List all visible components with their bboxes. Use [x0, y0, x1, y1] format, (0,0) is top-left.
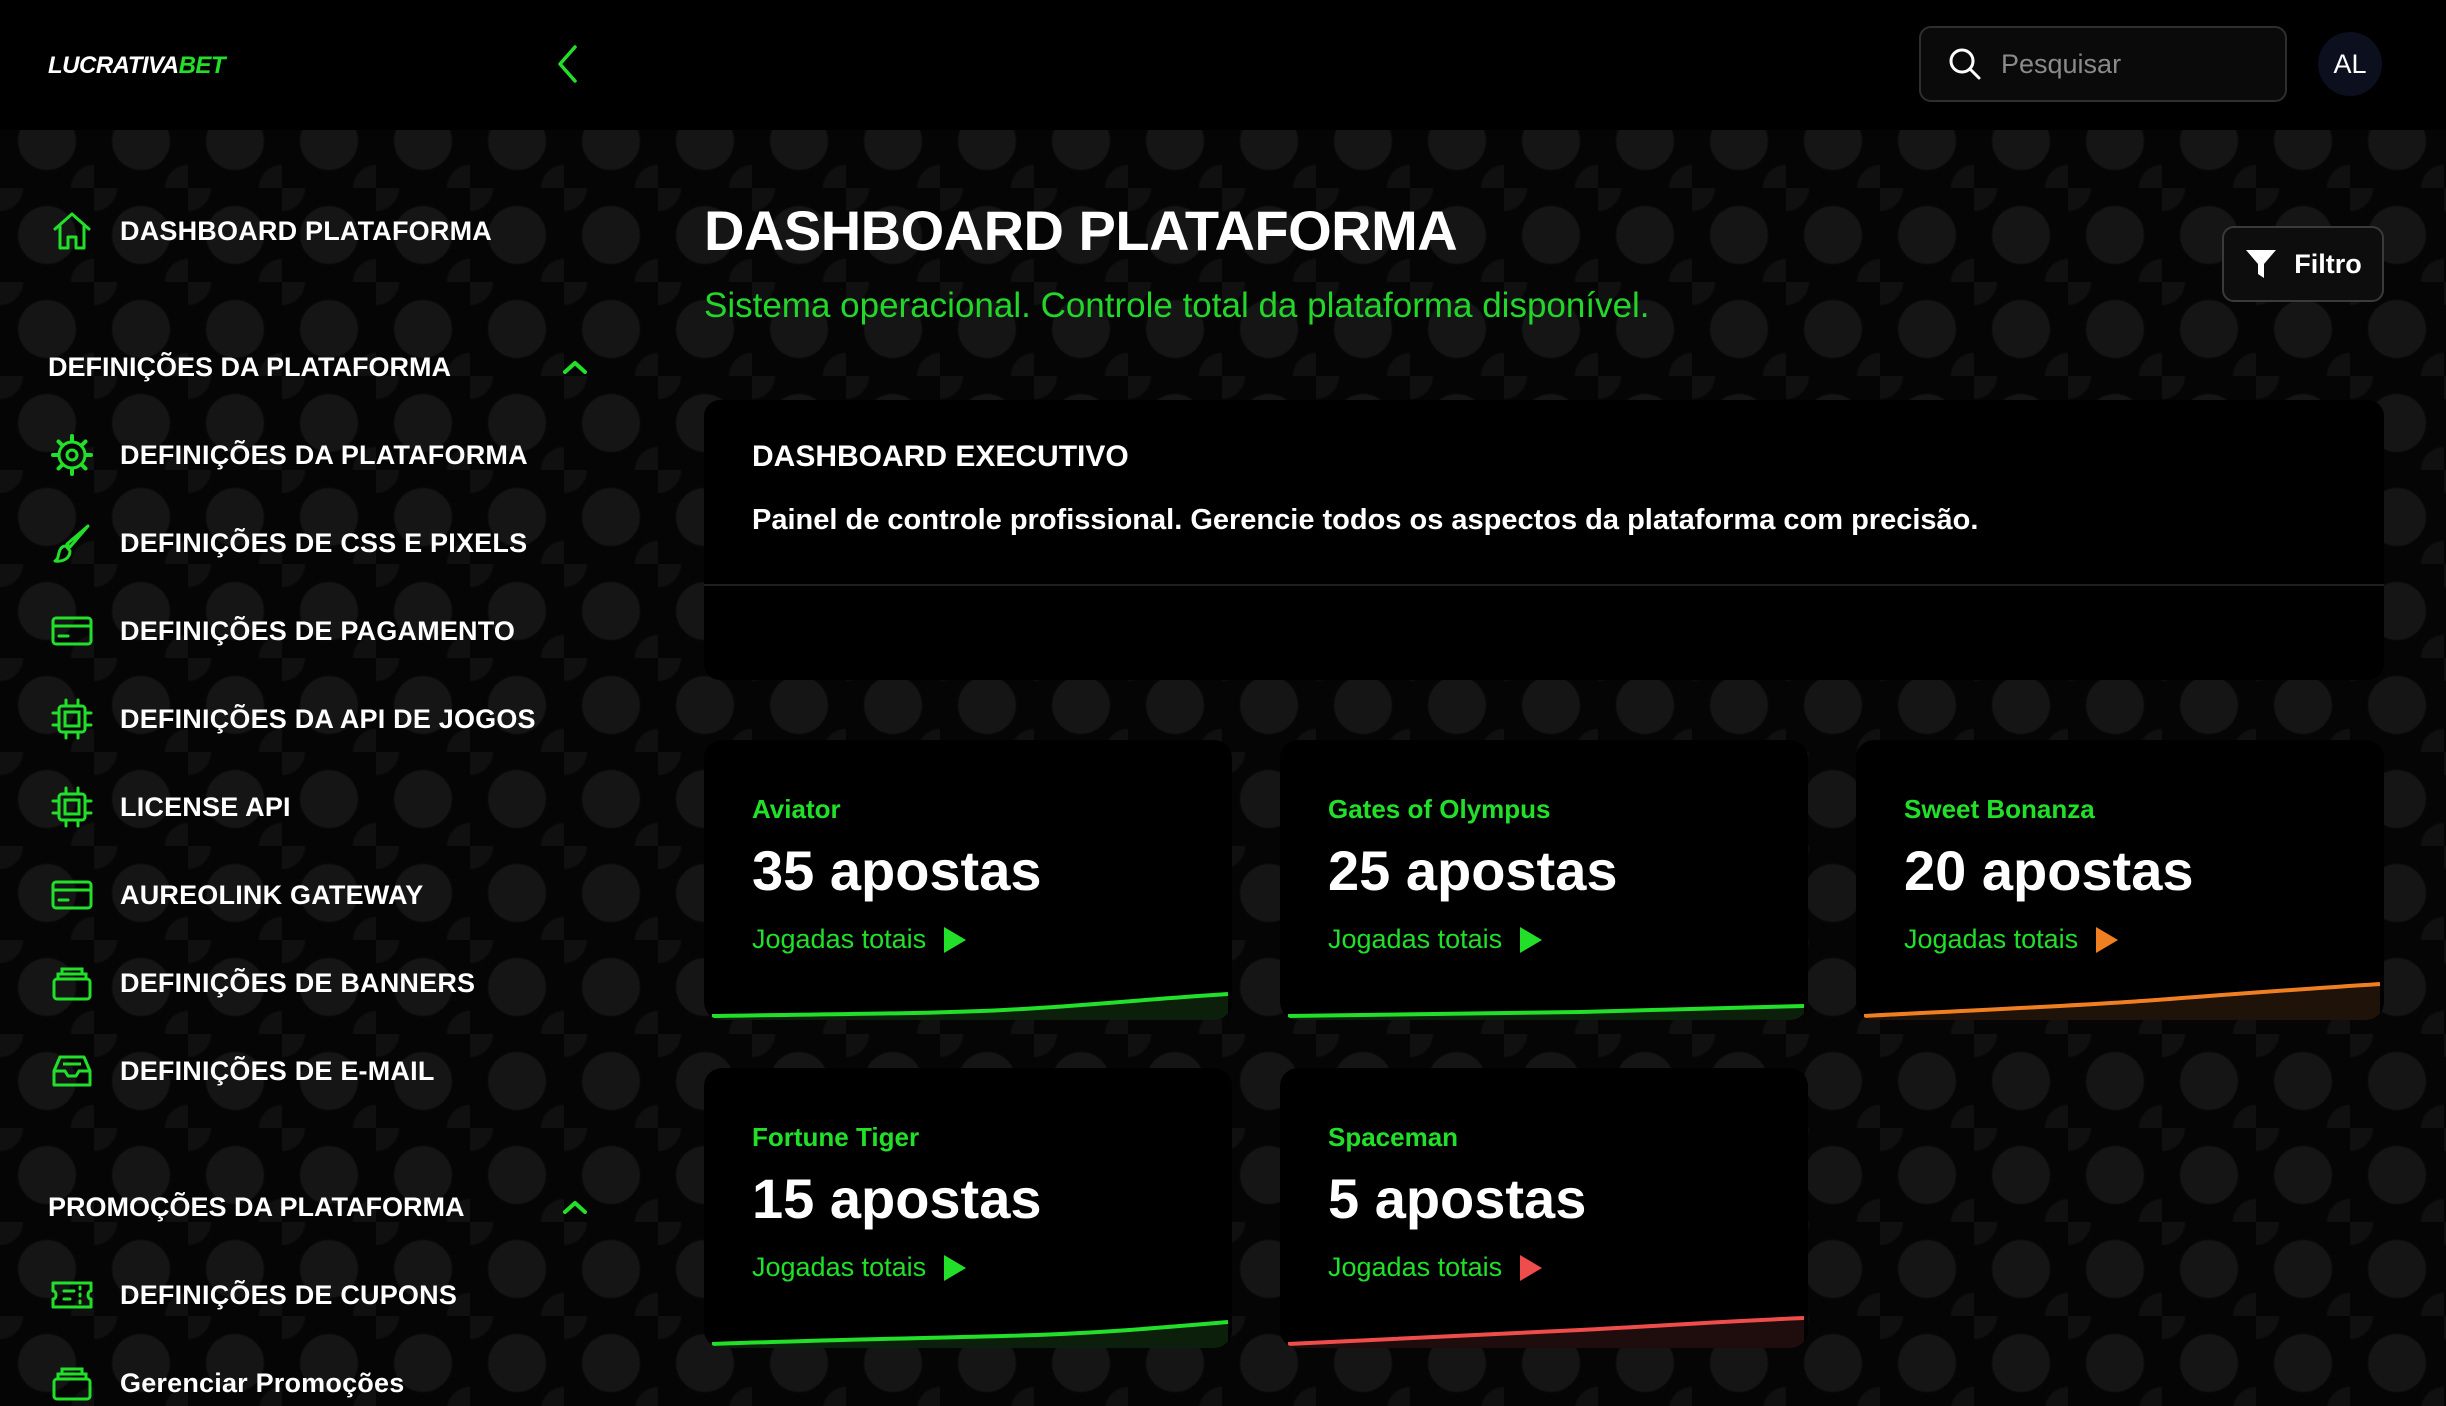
chevron-up-icon: [563, 1201, 587, 1214]
section-title: PROMOÇÕES DA PLATAFORMA: [48, 1191, 465, 1222]
sidebar-item-dashboard[interactable]: DASHBOARD PLATAFORMA: [48, 201, 492, 261]
game-subtitle: Jogadas totais: [1904, 924, 2120, 955]
sidebar-item-email[interactable]: DEFINIÇÕES DE E-MAIL: [48, 1041, 435, 1101]
logo-accent: BET: [178, 52, 226, 79]
sidebar-item-label: DEFINIÇÕES DA PLATAFORMA: [120, 439, 528, 470]
game-card[interactable]: Aviator 35 apostas Jogadas totais: [704, 740, 1232, 1020]
trend-sparkline: [1863, 982, 2381, 1020]
ticket-icon: [48, 1271, 96, 1319]
section-platform-settings[interactable]: DEFINIÇÕES DA PLATAFORMA: [48, 342, 588, 392]
section-promotions[interactable]: PROMOÇÕES DA PLATAFORMA: [48, 1182, 588, 1232]
game-name: Spaceman: [1328, 1122, 1459, 1152]
logo[interactable]: LUCRATIVABET: [48, 52, 226, 80]
play-icon: [2096, 926, 2119, 953]
avatar[interactable]: AL: [2318, 32, 2382, 96]
game-name: Sweet Bonanza: [1904, 794, 2095, 824]
game-subtitle: Jogadas totais: [1328, 1252, 1544, 1283]
card-description: Painel de controle profissional. Gerenci…: [752, 504, 1979, 536]
game-name: Aviator: [752, 794, 841, 824]
game-bet-count: 25 apostas: [1328, 839, 1618, 902]
game-subtitle-text: Jogadas totais: [1328, 1252, 1503, 1282]
credit-card-icon: [48, 871, 96, 919]
sidebar-item-label: DEFINIÇÕES DE CUPONS: [120, 1279, 458, 1310]
sidebar-item-label: Gerenciar Promoções: [120, 1367, 405, 1398]
game-bet-count: 20 apostas: [1904, 839, 2194, 902]
sidebar-item-label: DEFINIÇÕES DE BANNERS: [120, 967, 476, 998]
sidebar-item-platform-settings[interactable]: DEFINIÇÕES DA PLATAFORMA: [48, 425, 528, 485]
chip-icon: [48, 695, 96, 743]
sidebar-item-label: DEFINIÇÕES DE CSS E PIXELS: [120, 527, 528, 558]
sidebar-item-license-api[interactable]: LICENSE API: [48, 777, 291, 837]
play-icon: [944, 926, 967, 953]
trend-sparkline: [1287, 1004, 1805, 1020]
gear-icon: [48, 431, 96, 479]
game-subtitle-text: Jogadas totais: [1904, 924, 2079, 954]
sidebar-item-label: AUREOLINK GATEWAY: [120, 879, 424, 910]
inbox-icon: [48, 1047, 96, 1095]
search-box[interactable]: [1919, 26, 2287, 102]
section-title: DEFINIÇÕES DA PLATAFORMA: [48, 351, 451, 382]
sidebar-item-banners[interactable]: DEFINIÇÕES DE BANNERS: [48, 953, 475, 1013]
sidebar-item-games-api[interactable]: DEFINIÇÕES DA API DE JOGOS: [48, 689, 536, 749]
top-bar: LUCRATIVABET AL: [0, 0, 2446, 130]
game-bet-count: 35 apostas: [752, 839, 1042, 902]
chevron-up-icon: [563, 361, 587, 374]
brush-icon: [48, 519, 96, 567]
game-name: Gates of Olympus: [1328, 794, 1551, 824]
divider: [704, 584, 2384, 586]
filter-label: Filtro: [2294, 248, 2362, 279]
chevron-left-icon: [558, 45, 577, 83]
filter-button[interactable]: Filtro: [2222, 226, 2384, 302]
game-card[interactable]: Fortune Tiger 15 apostas Jogadas totais: [704, 1068, 1232, 1348]
executive-dashboard-card: DASHBOARD EXECUTIVO Painel de controle p…: [704, 400, 2384, 680]
play-icon: [944, 1254, 967, 1281]
play-icon: [1520, 1254, 1543, 1281]
sidebar-item-manage-promotions[interactable]: Gerenciar Promoções: [48, 1353, 404, 1406]
stack-icon: [48, 1359, 96, 1406]
page-subtitle: Sistema operacional. Controle total da p…: [704, 286, 1650, 325]
sidebar-item-label: DEFINIÇÕES DE E-MAIL: [120, 1055, 435, 1086]
game-card[interactable]: Gates of Olympus 25 apostas Jogadas tota…: [1280, 740, 1808, 1020]
game-subtitle: Jogadas totais: [752, 1252, 968, 1283]
game-bet-count: 5 apostas: [1328, 1167, 1587, 1230]
card-title: DASHBOARD EXECUTIVO: [752, 440, 1129, 473]
sidebar-item-label: DEFINIÇÕES DE PAGAMENTO: [120, 615, 516, 646]
chip-icon: [48, 783, 96, 831]
trend-sparkline: [1287, 1316, 1805, 1348]
collapse-sidebar-button[interactable]: [548, 42, 588, 86]
game-card[interactable]: Spaceman 5 apostas Jogadas totais: [1280, 1068, 1808, 1348]
sidebar-item-label: LICENSE API: [120, 791, 291, 822]
credit-card-icon: [48, 607, 96, 655]
search-input[interactable]: [2001, 48, 2261, 80]
logo-text: LUCRATIVA: [48, 52, 179, 79]
game-subtitle-text: Jogadas totais: [1328, 924, 1503, 954]
trend-sparkline: [711, 992, 1229, 1020]
sidebar-item-label: DASHBOARD PLATAFORMA: [120, 215, 492, 246]
game-name: Fortune Tiger: [752, 1122, 920, 1152]
trend-sparkline: [711, 1320, 1229, 1348]
sidebar: DASHBOARD PLATAFORMA DEFINIÇÕES DA PLATA…: [0, 130, 640, 1406]
sidebar-item-css-pixels[interactable]: DEFINIÇÕES DE CSS E PIXELS: [48, 513, 527, 573]
filter-icon: [2246, 250, 2277, 278]
search-icon: [1949, 48, 1981, 80]
game-subtitle: Jogadas totais: [1328, 924, 1544, 955]
sidebar-item-payment[interactable]: DEFINIÇÕES DE PAGAMENTO: [48, 601, 515, 661]
game-card[interactable]: Sweet Bonanza 20 apostas Jogadas totais: [1856, 740, 2384, 1020]
stack-icon: [48, 959, 96, 1007]
sidebar-item-aureolink[interactable]: AUREOLINK GATEWAY: [48, 865, 423, 925]
game-bet-count: 15 apostas: [752, 1167, 1042, 1230]
home-icon: [48, 207, 96, 255]
game-subtitle: Jogadas totais: [752, 924, 968, 955]
game-subtitle-text: Jogadas totais: [752, 1252, 927, 1282]
sidebar-item-label: DEFINIÇÕES DA API DE JOGOS: [120, 703, 536, 734]
page-title: DASHBOARD PLATAFORMA: [704, 199, 1458, 262]
play-icon: [1520, 926, 1543, 953]
sidebar-item-coupons[interactable]: DEFINIÇÕES DE CUPONS: [48, 1265, 457, 1325]
game-subtitle-text: Jogadas totais: [752, 924, 927, 954]
